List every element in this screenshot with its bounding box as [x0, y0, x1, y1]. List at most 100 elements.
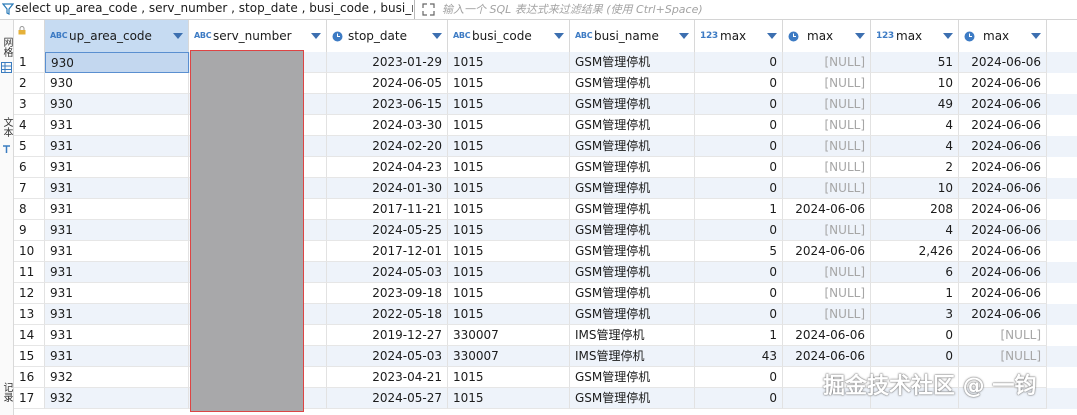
max-2-cell[interactable]: 2024-06-06	[783, 199, 871, 220]
busi-name-cell[interactable]: GSM管理停机	[570, 73, 695, 94]
max-4-cell[interactable]: 2024-06-06	[959, 73, 1047, 94]
busi-code-cell[interactable]: 1015	[448, 136, 570, 157]
filter-input[interactable]	[442, 0, 1062, 19]
table-row[interactable]: 11 931 2024-05-03 1015 GSM管理停机 0 [NULL] 6 2024-0…	[14, 262, 1077, 283]
table-row[interactable]: 5 931 2024-02-20 1015 GSM管理停机 0 [NULL] 4 2024-06…	[14, 136, 1077, 157]
busi-name-cell[interactable]: GSM管理停机	[570, 115, 695, 136]
up-area-code-cell[interactable]: 931	[45, 178, 189, 199]
expand-icon[interactable]	[422, 3, 435, 16]
row-number[interactable]: 6	[14, 157, 45, 178]
max-1-cell[interactable]: 1	[695, 199, 783, 220]
table-row[interactable]: 12 931 2023-09-18 1015 GSM管理停机 0 [NULL] 1 2024-0…	[14, 283, 1077, 304]
column-header-max-4[interactable]: max	[959, 20, 1047, 52]
max-1-cell[interactable]: 43	[695, 346, 783, 367]
max-3-cell[interactable]: 10	[871, 178, 959, 199]
busi-name-cell[interactable]: GSM管理停机	[570, 157, 695, 178]
column-header-busi-name[interactable]: ABC busi_name	[570, 20, 695, 52]
table-row[interactable]: 6 931 2024-04-23 1015 GSM管理停机 0 [NULL] 2 2024-06…	[14, 157, 1077, 178]
max-1-cell[interactable]: 0	[695, 73, 783, 94]
up-area-code-cell[interactable]: 931	[45, 346, 189, 367]
busi-code-cell[interactable]: 1015	[448, 52, 570, 73]
table-row[interactable]: 13 931 2022-05-18 1015 GSM管理停机 0 [NULL] 3 2024-0…	[14, 304, 1077, 325]
stop-date-cell[interactable]: 2024-01-30	[327, 178, 448, 199]
max-4-cell[interactable]: 2024-06-06	[959, 262, 1047, 283]
up-area-code-cell[interactable]: 931	[45, 199, 189, 220]
max-1-cell[interactable]: 0	[695, 220, 783, 241]
stop-date-cell[interactable]: 2024-02-20	[327, 136, 448, 157]
row-number[interactable]: 8	[14, 199, 45, 220]
max-3-cell[interactable]: 49	[871, 94, 959, 115]
stop-date-cell[interactable]: 2024-05-25	[327, 220, 448, 241]
sort-arrow-icon[interactable]	[679, 33, 689, 39]
stop-date-cell[interactable]: 2019-12-27	[327, 325, 448, 346]
column-header-stop-date[interactable]: stop_date	[327, 20, 448, 52]
table-row[interactable]: 3 930 2023-06-15 1015 GSM管理停机 0 [NULL] 49 2024-0…	[14, 94, 1077, 115]
max-2-cell[interactable]: [NULL]	[783, 115, 871, 136]
table-row[interactable]: 10 931 2017-12-01 1015 GSM管理停机 5 2024-06-06 2,4…	[14, 241, 1077, 262]
max-3-cell[interactable]: 1	[871, 283, 959, 304]
sort-arrow-icon[interactable]	[432, 33, 442, 39]
up-area-code-cell[interactable]: 932	[45, 367, 189, 388]
up-area-code-cell[interactable]: 931	[45, 262, 189, 283]
table-row[interactable]: 9 931 2024-05-25 1015 GSM管理停机 0 [NULL] 4 2024-06…	[14, 220, 1077, 241]
max-4-cell[interactable]: 2024-06-06	[959, 94, 1047, 115]
max-3-cell[interactable]: 2,426	[871, 241, 959, 262]
max-4-cell[interactable]: 2024-06-06	[959, 157, 1047, 178]
busi-name-cell[interactable]: IMS管理停机	[570, 325, 695, 346]
busi-name-cell[interactable]: GSM管理停机	[570, 178, 695, 199]
max-1-cell[interactable]: 0	[695, 388, 783, 409]
max-4-cell[interactable]: [NULL]	[959, 346, 1047, 367]
row-number[interactable]: 12	[14, 283, 45, 304]
max-4-cell[interactable]: 2024-06-06	[959, 304, 1047, 325]
sort-arrow-icon[interactable]	[311, 33, 321, 39]
stop-date-cell[interactable]: 2023-09-18	[327, 283, 448, 304]
table-row[interactable]: 15 931 2024-05-03 330007 IMS管理停机 43 2024-06-06…	[14, 346, 1077, 367]
row-number[interactable]: 10	[14, 241, 45, 262]
max-4-cell[interactable]: 2024-06-06	[959, 115, 1047, 136]
max-2-cell[interactable]: 2024-06-06	[783, 346, 871, 367]
max-1-cell[interactable]: 0	[695, 94, 783, 115]
text-icon[interactable]	[1, 144, 12, 155]
busi-code-cell[interactable]: 1015	[448, 94, 570, 115]
max-3-cell[interactable]: 2	[871, 157, 959, 178]
max-2-cell[interactable]: 2024-06-06	[783, 241, 871, 262]
sort-arrow-icon[interactable]	[554, 33, 564, 39]
tab-record[interactable]: 记录	[0, 372, 13, 412]
row-number[interactable]: 3	[14, 94, 45, 115]
row-number[interactable]: 13	[14, 304, 45, 325]
busi-code-cell[interactable]: 330007	[448, 346, 570, 367]
busi-code-cell[interactable]: 1015	[448, 178, 570, 199]
max-4-cell[interactable]: 2024-06-06	[959, 178, 1047, 199]
busi-name-cell[interactable]: GSM管理停机	[570, 388, 695, 409]
row-number-header[interactable]	[14, 20, 45, 52]
sort-arrow-icon[interactable]	[943, 33, 953, 39]
up-area-code-cell[interactable]: 931	[45, 115, 189, 136]
max-2-cell[interactable]: 2024-06-06	[783, 325, 871, 346]
sort-arrow-icon[interactable]	[173, 33, 183, 39]
busi-code-cell[interactable]: 1015	[448, 367, 570, 388]
busi-code-cell[interactable]: 1015	[448, 220, 570, 241]
tab-grid[interactable]: 网格	[0, 32, 13, 62]
tab-text[interactable]: 文本	[0, 112, 13, 142]
max-2-cell[interactable]: [NULL]	[783, 73, 871, 94]
max-4-cell[interactable]: 2024-06-06	[959, 241, 1047, 262]
max-1-cell[interactable]: 0	[695, 52, 783, 73]
busi-name-cell[interactable]: GSM管理停机	[570, 367, 695, 388]
max-3-cell[interactable]: 10	[871, 73, 959, 94]
up-area-code-cell[interactable]: 932	[45, 388, 189, 409]
max-4-cell[interactable]: 2024-06-06	[959, 136, 1047, 157]
max-3-cell[interactable]: 6	[871, 262, 959, 283]
max-1-cell[interactable]: 0	[695, 157, 783, 178]
max-2-cell[interactable]: [NULL]	[783, 52, 871, 73]
max-1-cell[interactable]: 0	[695, 136, 783, 157]
max-1-cell[interactable]: 0	[695, 304, 783, 325]
max-4-cell[interactable]: 2024-06-06	[959, 220, 1047, 241]
stop-date-cell[interactable]: 2022-05-18	[327, 304, 448, 325]
max-4-cell[interactable]: 2024-06-06	[959, 283, 1047, 304]
stop-date-cell[interactable]: 2023-04-21	[327, 367, 448, 388]
busi-name-cell[interactable]: GSM管理停机	[570, 220, 695, 241]
row-number[interactable]: 7	[14, 178, 45, 199]
up-area-code-cell[interactable]: 931	[45, 136, 189, 157]
sort-arrow-icon[interactable]	[855, 33, 865, 39]
sort-arrow-icon[interactable]	[1031, 33, 1041, 39]
